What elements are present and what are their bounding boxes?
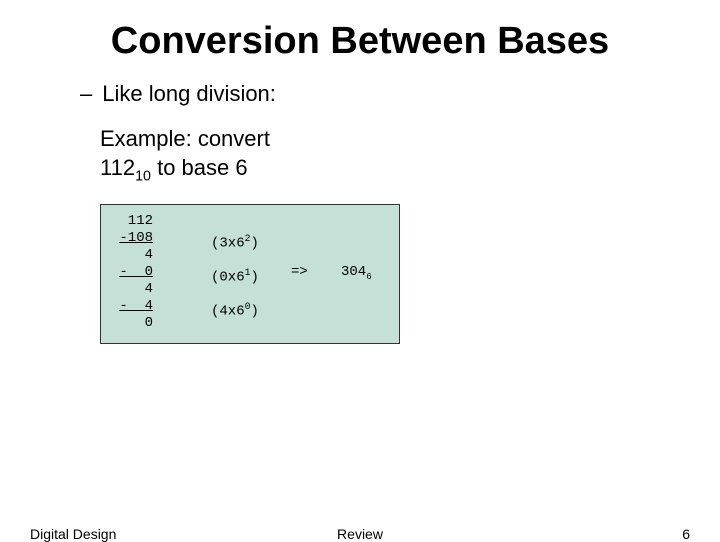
calc-line: 0 <box>113 315 153 332</box>
calc-number-column: 112 -108 4 - 0 4 - 4 0 <box>113 213 153 332</box>
calc-annot: (4x60) <box>211 298 259 315</box>
calc-annotation-column: (3x62) (0x61) (4x60) <box>211 213 259 332</box>
calculation-box: 112 -108 4 - 0 4 - 4 0 (3x62) (0x61) (4x… <box>100 204 400 344</box>
calc-annot: (3x62) <box>211 230 259 247</box>
example-number: 112 <box>100 155 135 180</box>
slide-title: Conversion Between Bases <box>0 0 720 63</box>
example-number-base: 10 <box>135 168 151 184</box>
example-suffix: to base 6 <box>151 155 248 180</box>
calc-line: 4 <box>113 247 153 264</box>
calc-line: 112 <box>113 213 153 230</box>
calc-result: 3046 <box>341 264 372 282</box>
bullet-text: Like long division: <box>102 81 276 107</box>
calc-line: -108 <box>113 230 153 247</box>
calc-line: - 4 <box>113 298 153 315</box>
example-text: Example: convert 11210 to base 6 <box>100 125 720 186</box>
calc-line: 4 <box>113 281 153 298</box>
result-base: 6 <box>366 270 371 281</box>
calc-line: - 0 <box>113 264 153 281</box>
bullet-dash: – <box>80 81 92 107</box>
arrow-icon: => <box>291 264 308 280</box>
example-prefix: Example: convert <box>100 126 270 151</box>
result-digits: 304 <box>341 264 366 280</box>
bullet-line: – Like long division: <box>80 81 720 107</box>
calc-annot: (0x61) <box>211 264 259 281</box>
